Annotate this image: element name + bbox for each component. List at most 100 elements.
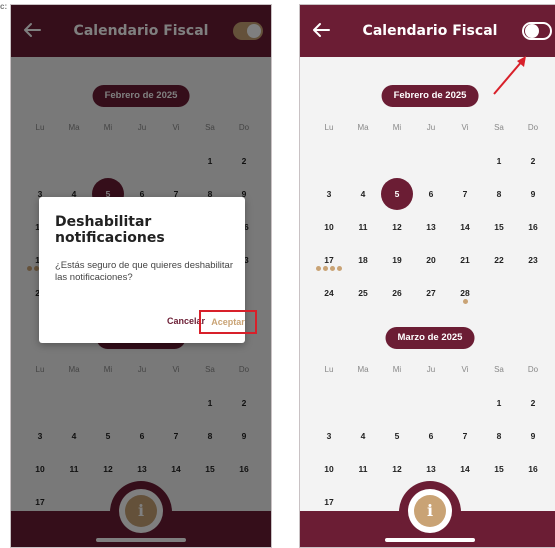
day-cell[interactable]: 10 <box>312 219 346 235</box>
day-number: 24 <box>324 287 334 298</box>
day-number: 5 <box>394 430 400 441</box>
day-cell[interactable]: 11 <box>346 461 380 477</box>
day-cell[interactable]: 5 <box>380 428 414 444</box>
day-number: 18 <box>358 254 368 265</box>
day-number: 22 <box>494 254 504 265</box>
weekday-label: Sa <box>494 122 504 132</box>
day-cell[interactable]: 14 <box>448 461 482 477</box>
day-number: 7 <box>462 430 468 441</box>
day-cell[interactable]: 16 <box>516 461 550 477</box>
day-cell[interactable]: 8 <box>482 428 516 444</box>
day-cell[interactable]: 1 <box>482 153 516 169</box>
event-dot-icon <box>316 265 321 271</box>
day-cell[interactable]: 2 <box>516 395 550 411</box>
day-number: 27 <box>426 287 436 298</box>
weekday-label: Vi <box>461 122 469 132</box>
day-number: 14 <box>460 463 470 474</box>
day-cell[interactable]: 1 <box>482 395 516 411</box>
day-cell[interactable]: 21 <box>448 252 482 268</box>
week-row: 10 11 12 13 14 15 16 <box>312 210 550 243</box>
day-cell[interactable]: 3 <box>312 186 346 202</box>
day-cell[interactable]: 8 <box>482 186 516 202</box>
day-cell[interactable]: 7 <box>448 186 482 202</box>
day-number: 9 <box>530 188 536 199</box>
toggle-knob <box>525 24 539 38</box>
day-cell[interactable]: 9 <box>516 186 550 202</box>
day-cell[interactable]: 14 <box>448 219 482 235</box>
weekday-row: Lu Ma Mi Ju Vi Sa Do <box>312 111 550 144</box>
event-dot-icon <box>337 265 342 271</box>
day-cell[interactable]: 10 <box>312 461 346 477</box>
day-number: 8 <box>496 188 502 199</box>
weekday-label: Vi <box>461 364 469 374</box>
day-number: 15 <box>494 221 504 232</box>
day-cell[interactable]: 23 <box>516 252 550 268</box>
day-cell[interactable]: 17 <box>312 494 346 510</box>
day-number: 12 <box>392 463 402 474</box>
day-number: 20 <box>426 254 436 265</box>
event-dots <box>312 260 346 276</box>
day-cell[interactable]: 4 <box>346 186 380 202</box>
day-cell[interactable]: 22 <box>482 252 516 268</box>
week-row: 17 18 19 20 21 22 23 <box>312 243 550 276</box>
day-number: 12 <box>392 221 402 232</box>
disable-notifications-dialog: Deshabilitar notificaciones ¿Estás segur… <box>39 197 257 343</box>
weekday-label: Do <box>527 364 539 374</box>
day-cell[interactable]: 4 <box>346 428 380 444</box>
day-cell[interactable]: 25 <box>346 285 380 301</box>
day-number: 6 <box>428 430 434 441</box>
day-number: 17 <box>324 496 334 507</box>
day-cell[interactable]: 19 <box>380 252 414 268</box>
phone-screen-left: Calendario Fiscal Febrero de 2025LuMaMiJ… <box>10 4 272 548</box>
day-number: 6 <box>428 188 434 199</box>
day-cell[interactable]: 24 <box>312 285 346 301</box>
day-number: 16 <box>528 221 538 232</box>
day-cell[interactable]: 6 <box>414 428 448 444</box>
notifications-toggle[interactable] <box>522 22 552 40</box>
day-cell[interactable]: 2 <box>516 153 550 169</box>
day-cell[interactable]: 13 <box>414 461 448 477</box>
day-number: 11 <box>358 463 368 474</box>
day-cell[interactable]: 9 <box>516 428 550 444</box>
day-cell[interactable]: 16 <box>516 219 550 235</box>
accept-button[interactable]: Aceptar <box>199 310 257 334</box>
day-number: 13 <box>426 221 436 232</box>
day-number: 23 <box>528 254 538 265</box>
day-cell[interactable]: 11 <box>346 219 380 235</box>
day-cell[interactable]: 12 <box>380 219 414 235</box>
weekday-label: Mi <box>392 122 402 132</box>
weekday-label: Lu <box>324 364 334 374</box>
day-number: 5 <box>381 177 413 210</box>
day-number: 1 <box>496 155 502 166</box>
week-row: 12 <box>312 386 550 419</box>
day-cell[interactable]: 6 <box>414 186 448 202</box>
event-dot-icon <box>330 265 335 271</box>
day-number: 1 <box>496 397 502 408</box>
day-cell[interactable]: 20 <box>414 252 448 268</box>
day-cell[interactable]: 15 <box>482 461 516 477</box>
day-cell[interactable]: 27 <box>414 285 448 301</box>
day-cell[interactable]: 7 <box>448 428 482 444</box>
day-cell[interactable]: 3 <box>312 428 346 444</box>
day-number: 2 <box>530 155 536 166</box>
weekday-row: Lu Ma Mi Ju Vi Sa Do <box>312 353 550 386</box>
day-cell[interactable]: 12 <box>380 461 414 477</box>
weekday-label: Ju <box>426 122 436 132</box>
info-icon: i <box>414 495 446 527</box>
day-number: 11 <box>358 221 368 232</box>
day-cell[interactable]: 15 <box>482 219 516 235</box>
month-label: Marzo de 2025 <box>385 327 475 349</box>
weekday-label: Lu <box>324 122 334 132</box>
day-cell[interactable]: 5 <box>380 177 414 210</box>
dialog-message: ¿Estás seguro de que quieres deshabilita… <box>55 260 233 283</box>
day-cell[interactable]: 18 <box>346 252 380 268</box>
day-number: 3 <box>326 188 332 199</box>
day-cell[interactable]: 28 <box>448 285 482 304</box>
info-button[interactable]: i <box>408 489 452 533</box>
day-cell[interactable]: 17 <box>312 252 346 271</box>
day-cell[interactable]: 26 <box>380 285 414 301</box>
day-number: 3 <box>326 430 332 441</box>
day-number: 21 <box>460 254 470 265</box>
event-dot-icon <box>462 298 468 304</box>
day-cell[interactable]: 13 <box>414 219 448 235</box>
